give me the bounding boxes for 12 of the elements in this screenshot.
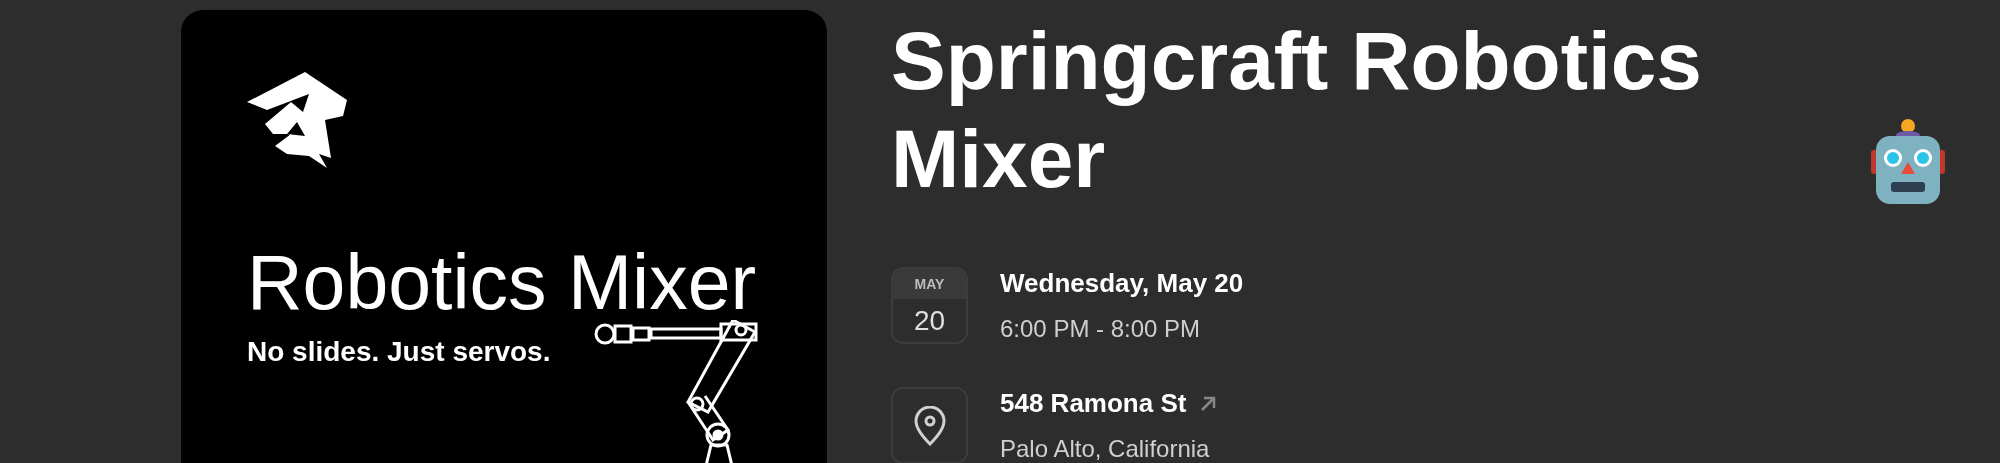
map-pin-icon — [913, 405, 946, 446]
address-link[interactable]: 548 Ramona St — [1000, 384, 1217, 423]
event-city: Palo Alto, California — [1000, 434, 1211, 463]
event-title: Springcraft Robotics Mixer — [891, 14, 1703, 206]
event-date: Wednesday, May 20 — [1000, 267, 1244, 300]
event-time: 6:00 PM - 8:00 PM — [1000, 314, 1202, 344]
badge-day: 20 — [893, 299, 966, 342]
cover-title: Robotics Mixer — [247, 244, 758, 321]
external-arrow-icon — [1200, 395, 1217, 412]
cover-tagline: No slides. Just servos. — [247, 335, 552, 369]
robot-icon — [1871, 118, 1945, 206]
badge-month: MAY — [893, 269, 966, 299]
